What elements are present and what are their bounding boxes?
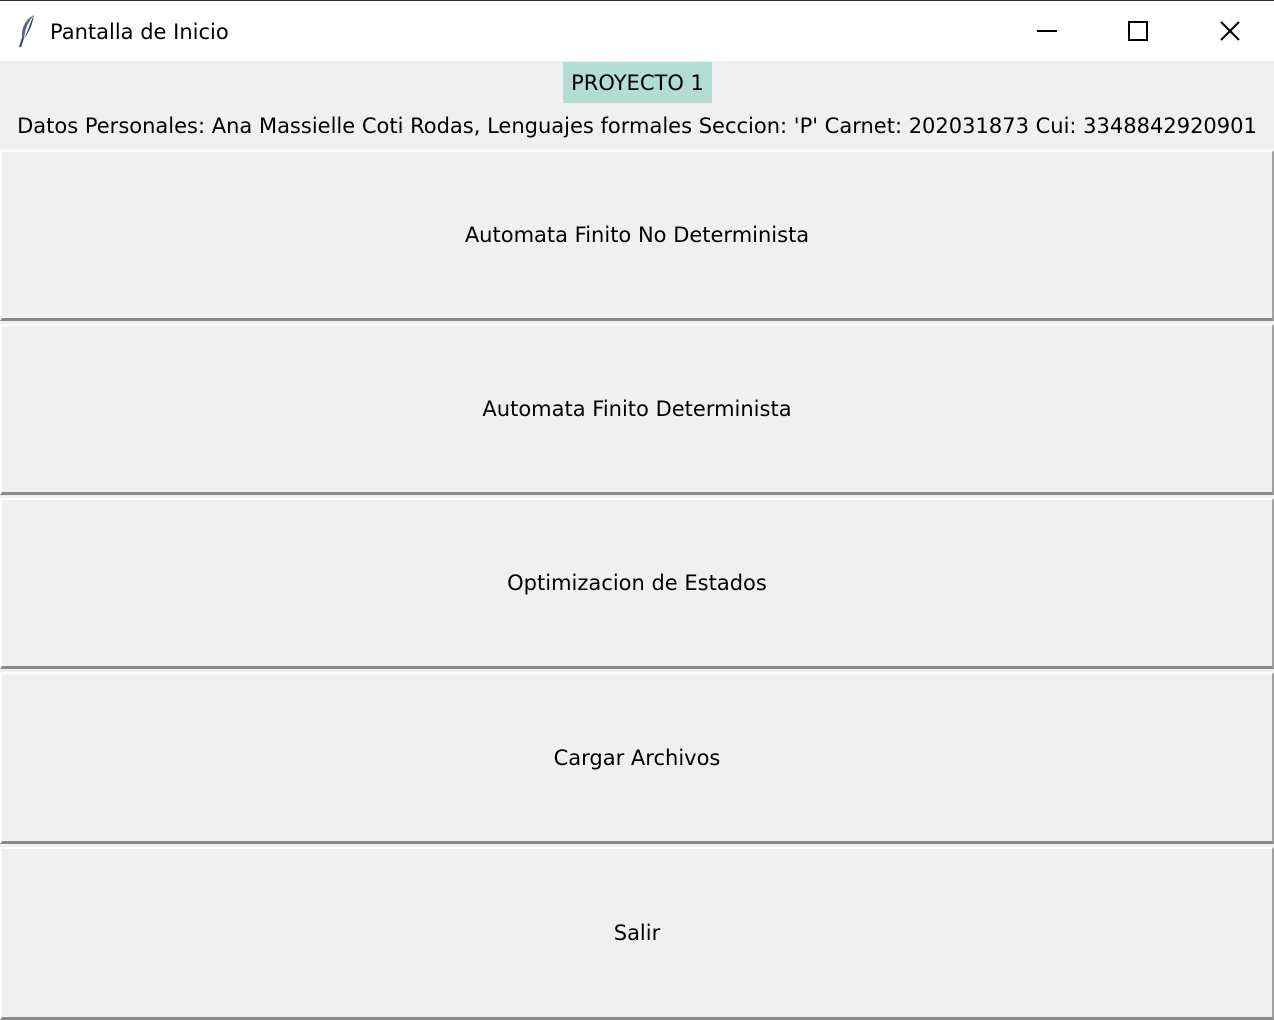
close-icon	[1220, 21, 1240, 41]
afd-button[interactable]: Automata Finito Determinista	[0, 324, 1274, 495]
cargar-archivos-button[interactable]: Cargar Archivos	[0, 672, 1274, 844]
personal-info-label: Datos Personales: Ana Massielle Coti Rod…	[17, 114, 1257, 138]
salir-button[interactable]: Salir	[0, 847, 1274, 1020]
minimize-button[interactable]	[1001, 1, 1093, 61]
app-window: Pantalla de Inicio PROYECTO 1 Datos Pers…	[0, 0, 1274, 1020]
optimizacion-button[interactable]: Optimizacion de Estados	[0, 498, 1274, 669]
project-title-label: PROYECTO 1	[563, 62, 712, 103]
maximize-icon	[1128, 21, 1148, 41]
close-button[interactable]	[1184, 1, 1274, 61]
afnd-button[interactable]: Automata Finito No Determinista	[0, 150, 1274, 321]
maximize-button[interactable]	[1092, 1, 1184, 61]
minimize-icon	[1037, 30, 1057, 32]
window-title: Pantalla de Inicio	[50, 20, 229, 44]
feather-icon	[16, 13, 40, 49]
title-bar: Pantalla de Inicio	[0, 0, 1274, 61]
